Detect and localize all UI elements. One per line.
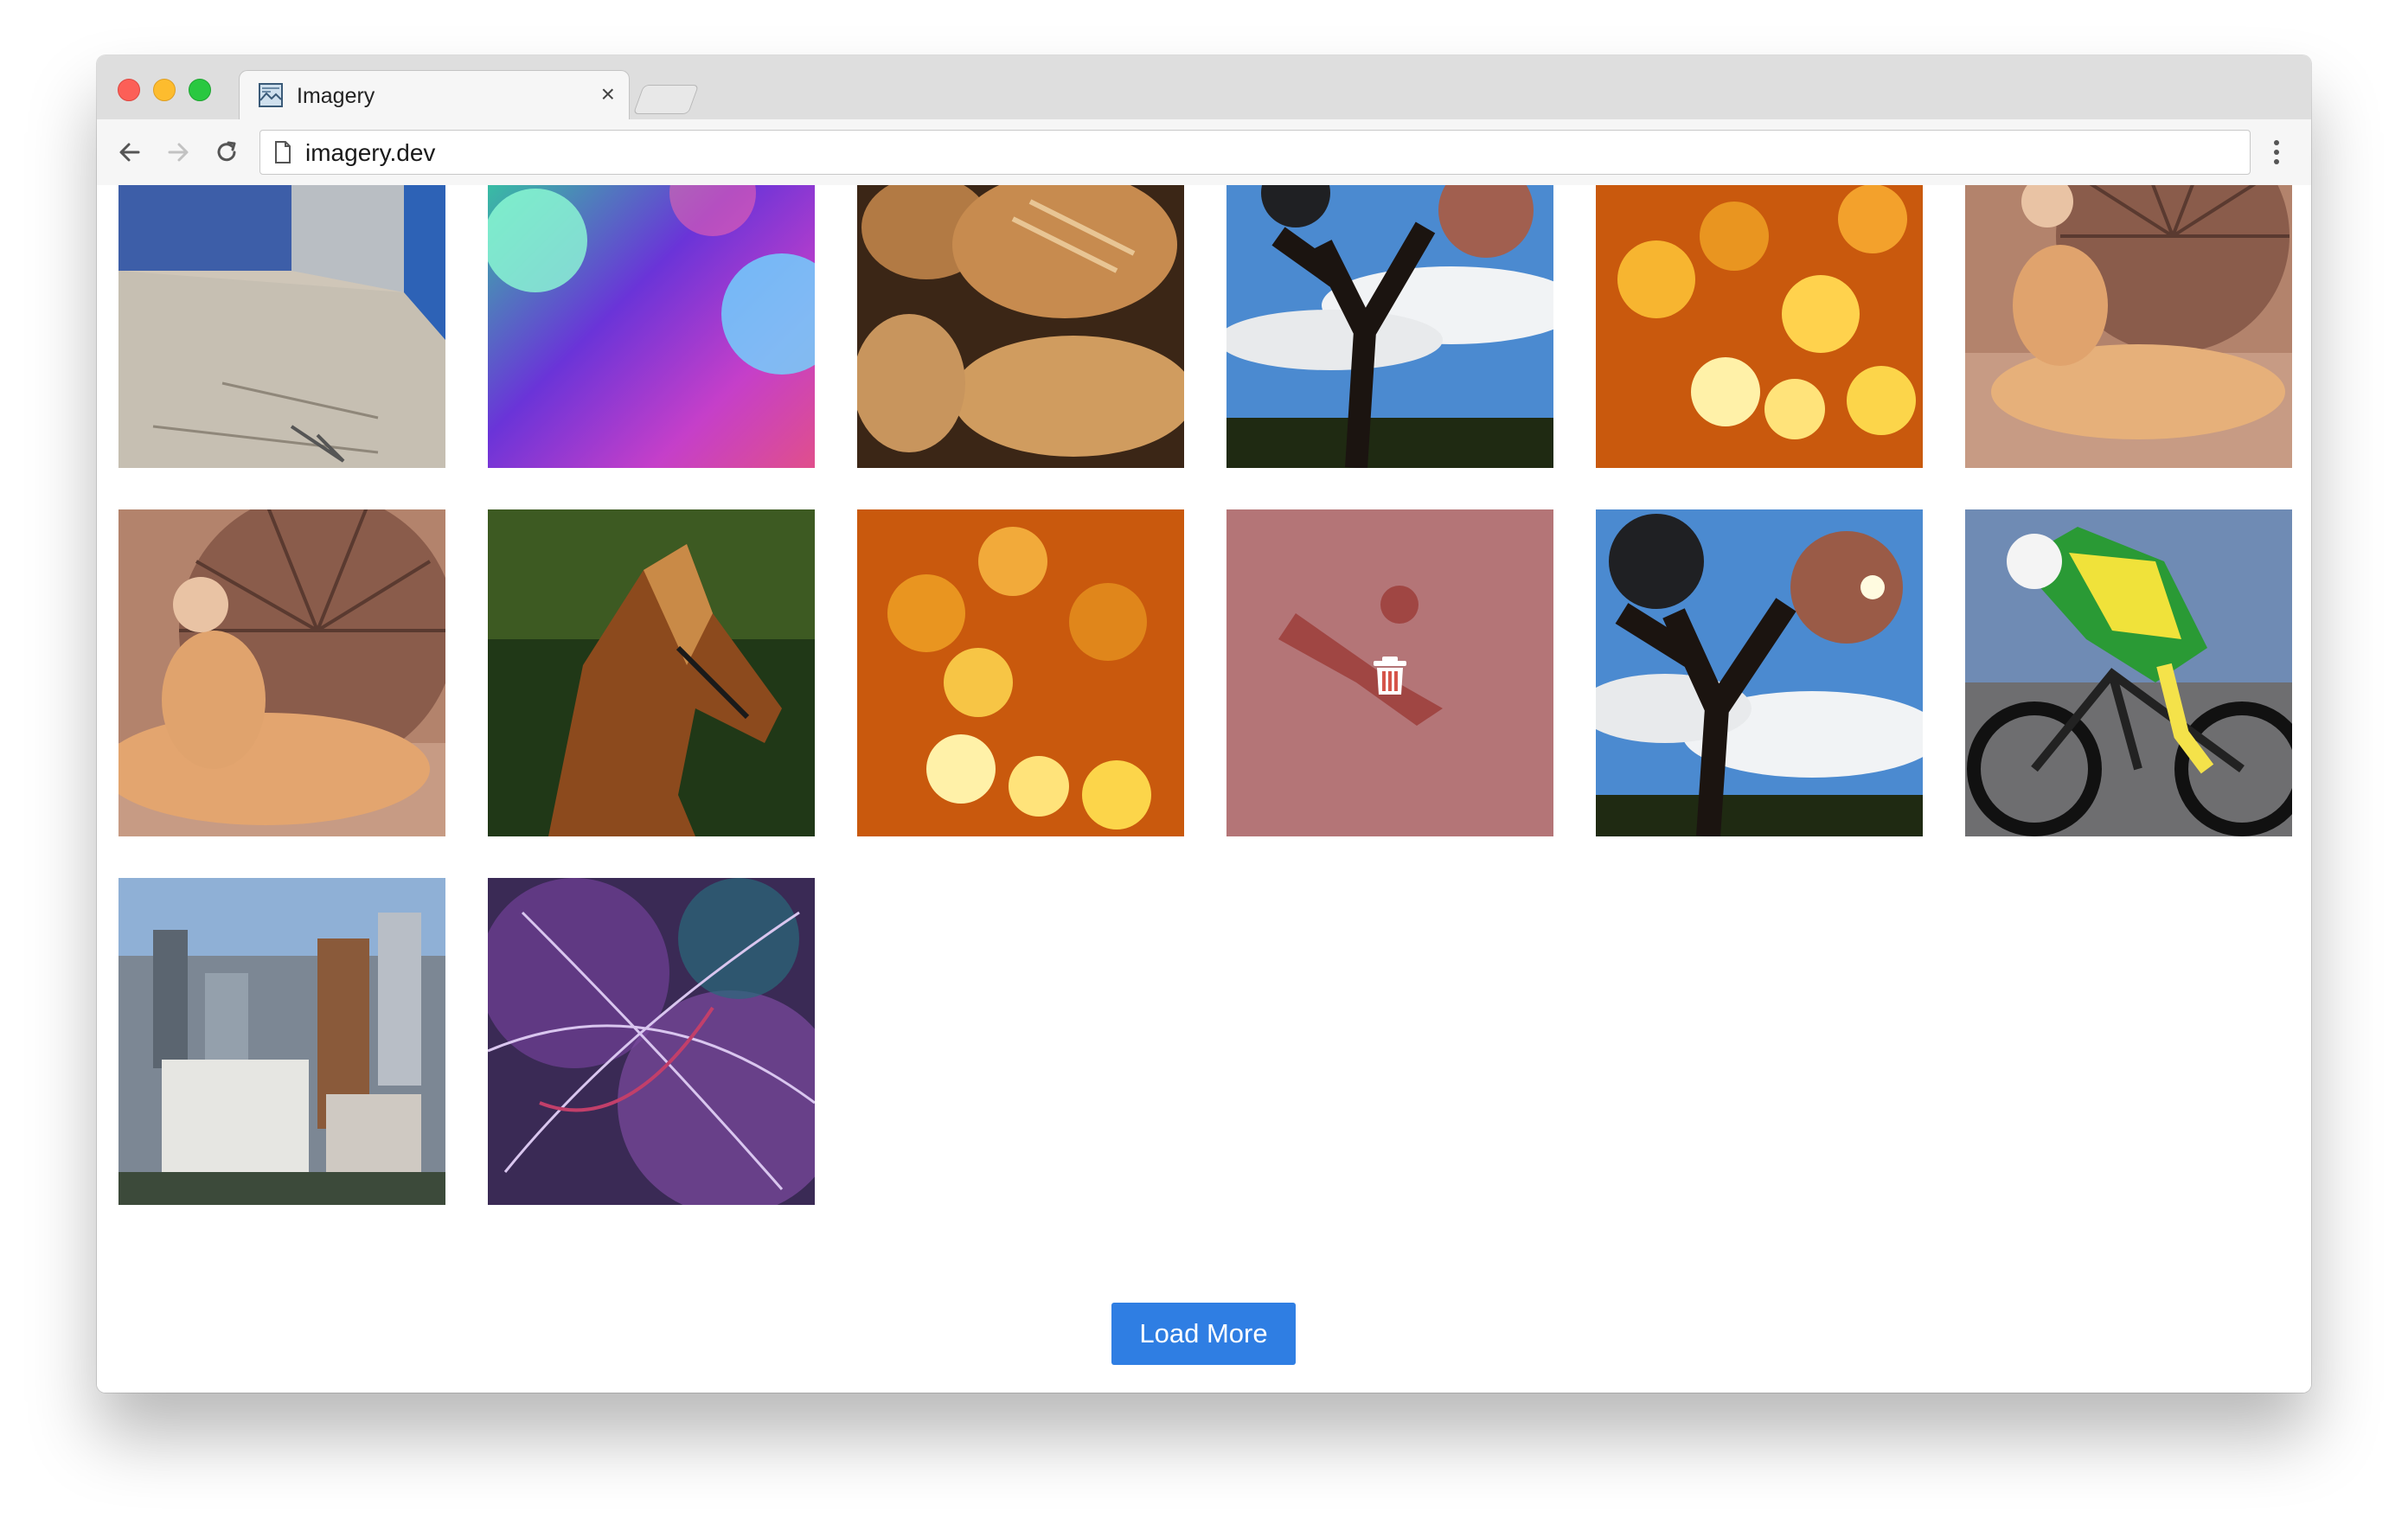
gallery-image[interactable] (118, 878, 445, 1205)
arrow-right-icon[interactable] (161, 135, 195, 170)
kebab-menu-icon[interactable] (2259, 135, 2294, 170)
page-content: Load More (97, 185, 2311, 1393)
close-window-button[interactable] (118, 79, 140, 101)
gallery-image[interactable] (1965, 509, 2292, 836)
page-icon (275, 141, 291, 163)
tab-strip: Imagery × (97, 55, 2311, 120)
gallery-image[interactable] (488, 185, 815, 468)
gallery-image[interactable] (118, 185, 445, 468)
gallery-image[interactable] (1226, 185, 1553, 468)
trash-icon[interactable] (1372, 655, 1408, 696)
reload-icon[interactable] (209, 135, 244, 170)
image-grid (118, 185, 2292, 1205)
url-text: imagery.dev (305, 139, 436, 166)
tab-imagery[interactable]: Imagery × (239, 70, 630, 120)
gallery-image[interactable] (857, 509, 1184, 836)
tab-title: Imagery (297, 84, 375, 108)
load-more-button[interactable]: Load More (1111, 1303, 1296, 1365)
delete-hover-overlay[interactable] (1226, 509, 1553, 836)
gallery-image[interactable] (488, 878, 815, 1205)
tab-close-icon[interactable]: × (601, 81, 615, 107)
gallery-image[interactable] (1226, 509, 1553, 836)
address-bar[interactable]: imagery.dev (259, 130, 2251, 175)
gallery-image[interactable] (1965, 185, 2292, 468)
gallery-image[interactable] (488, 509, 815, 836)
gallery-image[interactable] (1596, 185, 1923, 468)
browser-window: Imagery × imagery.dev Load More (97, 55, 2311, 1393)
gallery-image[interactable] (1596, 509, 1923, 836)
toolbar: imagery.dev (97, 119, 2311, 186)
gallery-image[interactable] (857, 185, 1184, 468)
imagery-favicon (259, 83, 283, 107)
gallery-image[interactable] (118, 509, 445, 836)
new-tab-button[interactable] (632, 85, 700, 114)
arrow-left-icon[interactable] (112, 135, 147, 170)
maximize-window-button[interactable] (189, 79, 211, 101)
minimize-window-button[interactable] (153, 79, 176, 101)
